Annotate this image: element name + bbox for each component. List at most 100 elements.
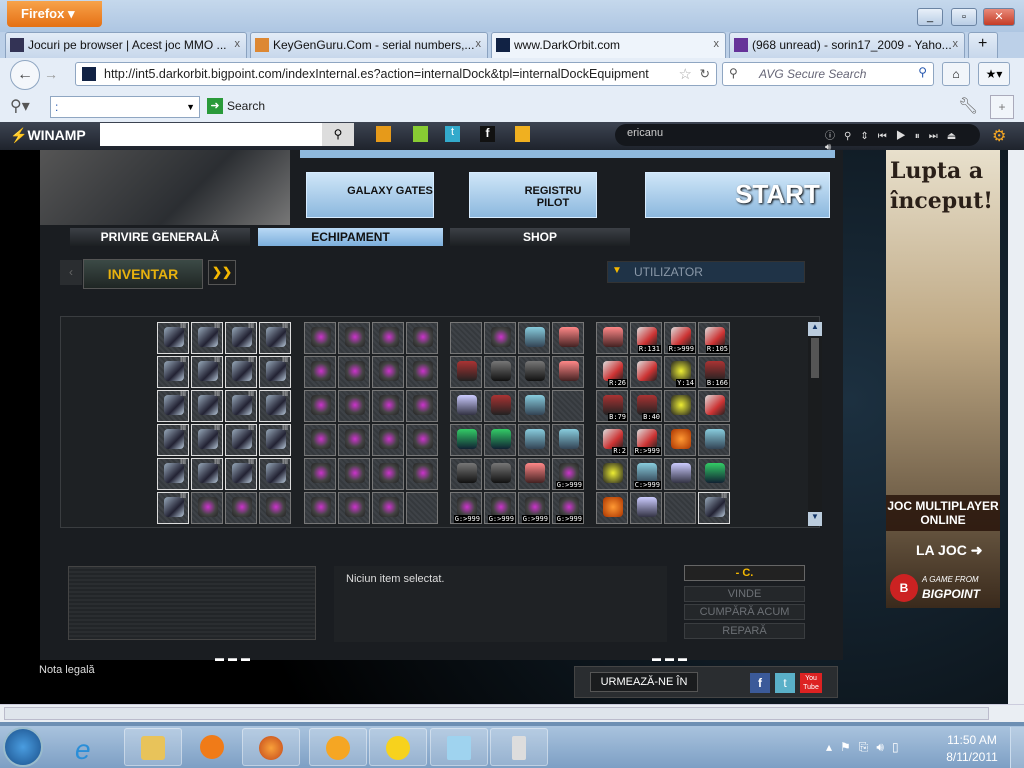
inventory-item[interactable]: III	[191, 322, 223, 354]
search-icon[interactable]: ⚲	[918, 65, 927, 79]
inventory-item[interactable]: III	[259, 458, 291, 490]
tab-privire-generala[interactable]: PRIVIRE GENERALĂ	[70, 228, 250, 246]
inventory-item[interactable]	[372, 492, 404, 524]
inventory-item[interactable]	[596, 458, 628, 490]
vertical-scrollbar[interactable]	[1008, 150, 1024, 704]
tab-keygenguru[interactable]: KeyGenGuru.Com - serial numbers,... x	[250, 32, 488, 58]
taskbar-explorer[interactable]	[124, 728, 182, 766]
inventory-item[interactable]	[304, 458, 336, 490]
inventory-item[interactable]: R:>999	[630, 424, 662, 456]
url-bar[interactable]: http://int5.darkorbit.bigpoint.com/index…	[75, 62, 717, 86]
inventory-item[interactable]	[596, 322, 628, 354]
inventory-item[interactable]	[698, 458, 730, 490]
inventory-item[interactable]	[552, 424, 584, 456]
inventory-item[interactable]	[664, 424, 696, 456]
back-button[interactable]: ←	[10, 60, 40, 90]
inventory-item[interactable]	[484, 390, 516, 422]
inventory-item[interactable]	[406, 424, 438, 456]
inventory-item[interactable]	[338, 424, 370, 456]
inventory-item[interactable]: III	[698, 492, 730, 524]
inventory-item[interactable]	[372, 390, 404, 422]
advertisement-banner[interactable]: Lupta a început! JOC MULTIPLAYER ONLINE …	[886, 150, 1000, 608]
repair-button[interactable]: REPARĂ	[684, 623, 805, 639]
show-desktop-button[interactable]	[1010, 727, 1024, 768]
taskbar-media-player[interactable]	[184, 728, 242, 766]
empty-slot[interactable]	[664, 492, 696, 524]
inventory-item[interactable]	[450, 356, 482, 388]
horizontal-scrollbar[interactable]	[0, 704, 1024, 722]
sell-button[interactable]: VINDE	[684, 586, 805, 602]
empty-slot[interactable]	[450, 322, 482, 354]
inventory-item[interactable]: III	[157, 390, 189, 422]
firefox-menu-button[interactable]: Firefox ▾	[7, 1, 102, 27]
inventory-item[interactable]	[406, 356, 438, 388]
ad-cta[interactable]: LA JOC ➜	[916, 542, 982, 559]
inventory-item[interactable]	[259, 492, 291, 524]
inventory-item[interactable]	[304, 390, 336, 422]
inventory-item[interactable]: III	[259, 424, 291, 456]
inventory-item[interactable]	[484, 356, 516, 388]
inventory-item[interactable]	[596, 492, 628, 524]
top-nav-buttons[interactable]	[300, 150, 835, 158]
legal-link[interactable]: Nota legală	[39, 664, 95, 676]
youtube-icon[interactable]: You Tube	[800, 673, 822, 693]
inventory-item[interactable]	[518, 356, 550, 388]
close-tab-icon[interactable]: x	[235, 38, 241, 50]
facebook-icon[interactable]: f	[750, 673, 770, 693]
system-tray-icons[interactable]: ▴⚑⎘🔊︎▯	[826, 740, 907, 755]
home-button[interactable]: ⌂	[942, 62, 970, 86]
inventory-item[interactable]: G:>999	[484, 492, 516, 524]
inventory-item[interactable]: G:>999	[450, 492, 482, 524]
new-tab-button[interactable]: +	[968, 32, 998, 58]
inventory-item[interactable]	[304, 322, 336, 354]
inventory-item[interactable]	[450, 424, 482, 456]
inventory-item[interactable]	[406, 458, 438, 490]
empty-slot[interactable]	[406, 492, 438, 524]
android-icon[interactable]	[413, 126, 428, 142]
inventory-item[interactable]	[450, 390, 482, 422]
taskbar-winamp[interactable]	[309, 728, 367, 766]
inventory-item[interactable]	[552, 356, 584, 388]
inventory-item[interactable]: Y:14	[664, 356, 696, 388]
inventory-item[interactable]: G:>999	[552, 458, 584, 490]
inventory-item[interactable]: III	[157, 458, 189, 490]
taskbar-app[interactable]	[490, 728, 548, 766]
aim-icon[interactable]	[515, 126, 530, 142]
inventory-item[interactable]	[552, 322, 584, 354]
galaxy-gates-button[interactable]: GALAXY GATES	[306, 172, 434, 218]
inventory-item[interactable]: III	[225, 356, 257, 388]
inventory-item[interactable]	[304, 356, 336, 388]
inventory-item[interactable]	[630, 492, 662, 524]
inventory-item[interactable]: G:>999	[552, 492, 584, 524]
inventory-item[interactable]	[191, 492, 223, 524]
inventory-item[interactable]	[338, 390, 370, 422]
inventory-item[interactable]	[484, 458, 516, 490]
next-arrow-button[interactable]: ❯❯	[208, 260, 236, 285]
go-arrow-icon[interactable]: ➜	[207, 98, 223, 114]
inventory-item[interactable]	[372, 424, 404, 456]
inventory-item[interactable]	[698, 390, 730, 422]
inventory-item[interactable]: C:>999	[630, 458, 662, 490]
facebook-icon[interactable]: f	[480, 126, 495, 142]
inventory-item[interactable]: III	[225, 390, 257, 422]
filter-dropdown[interactable]: ▼ UTILIZATOR	[607, 261, 805, 283]
inventory-item[interactable]	[372, 322, 404, 354]
twitter-icon[interactable]: t	[445, 126, 460, 142]
forward-button[interactable]: →	[44, 66, 58, 82]
clock[interactable]: 11:50 AM 8/11/2011	[946, 733, 998, 764]
prev-arrow-button[interactable]: ‹	[60, 260, 82, 285]
internet-explorer-icon[interactable]: e	[75, 734, 91, 766]
reload-icon[interactable]: ↻	[700, 66, 710, 81]
inventory-item[interactable]: B:79	[596, 390, 628, 422]
inventory-item[interactable]	[450, 458, 482, 490]
close-button[interactable]: ✕	[983, 8, 1015, 26]
inventory-item[interactable]	[338, 322, 370, 354]
winamp-icon[interactable]	[376, 126, 391, 142]
inventory-item[interactable]	[304, 424, 336, 456]
search-bar[interactable]: ⚲ AVG Secure Search ⚲	[722, 62, 934, 86]
inventory-item[interactable]: III	[157, 492, 189, 524]
inventory-item[interactable]	[518, 390, 550, 422]
close-tab-icon[interactable]: x	[476, 38, 482, 50]
inventory-item[interactable]: III	[191, 356, 223, 388]
inventory-item[interactable]	[225, 492, 257, 524]
